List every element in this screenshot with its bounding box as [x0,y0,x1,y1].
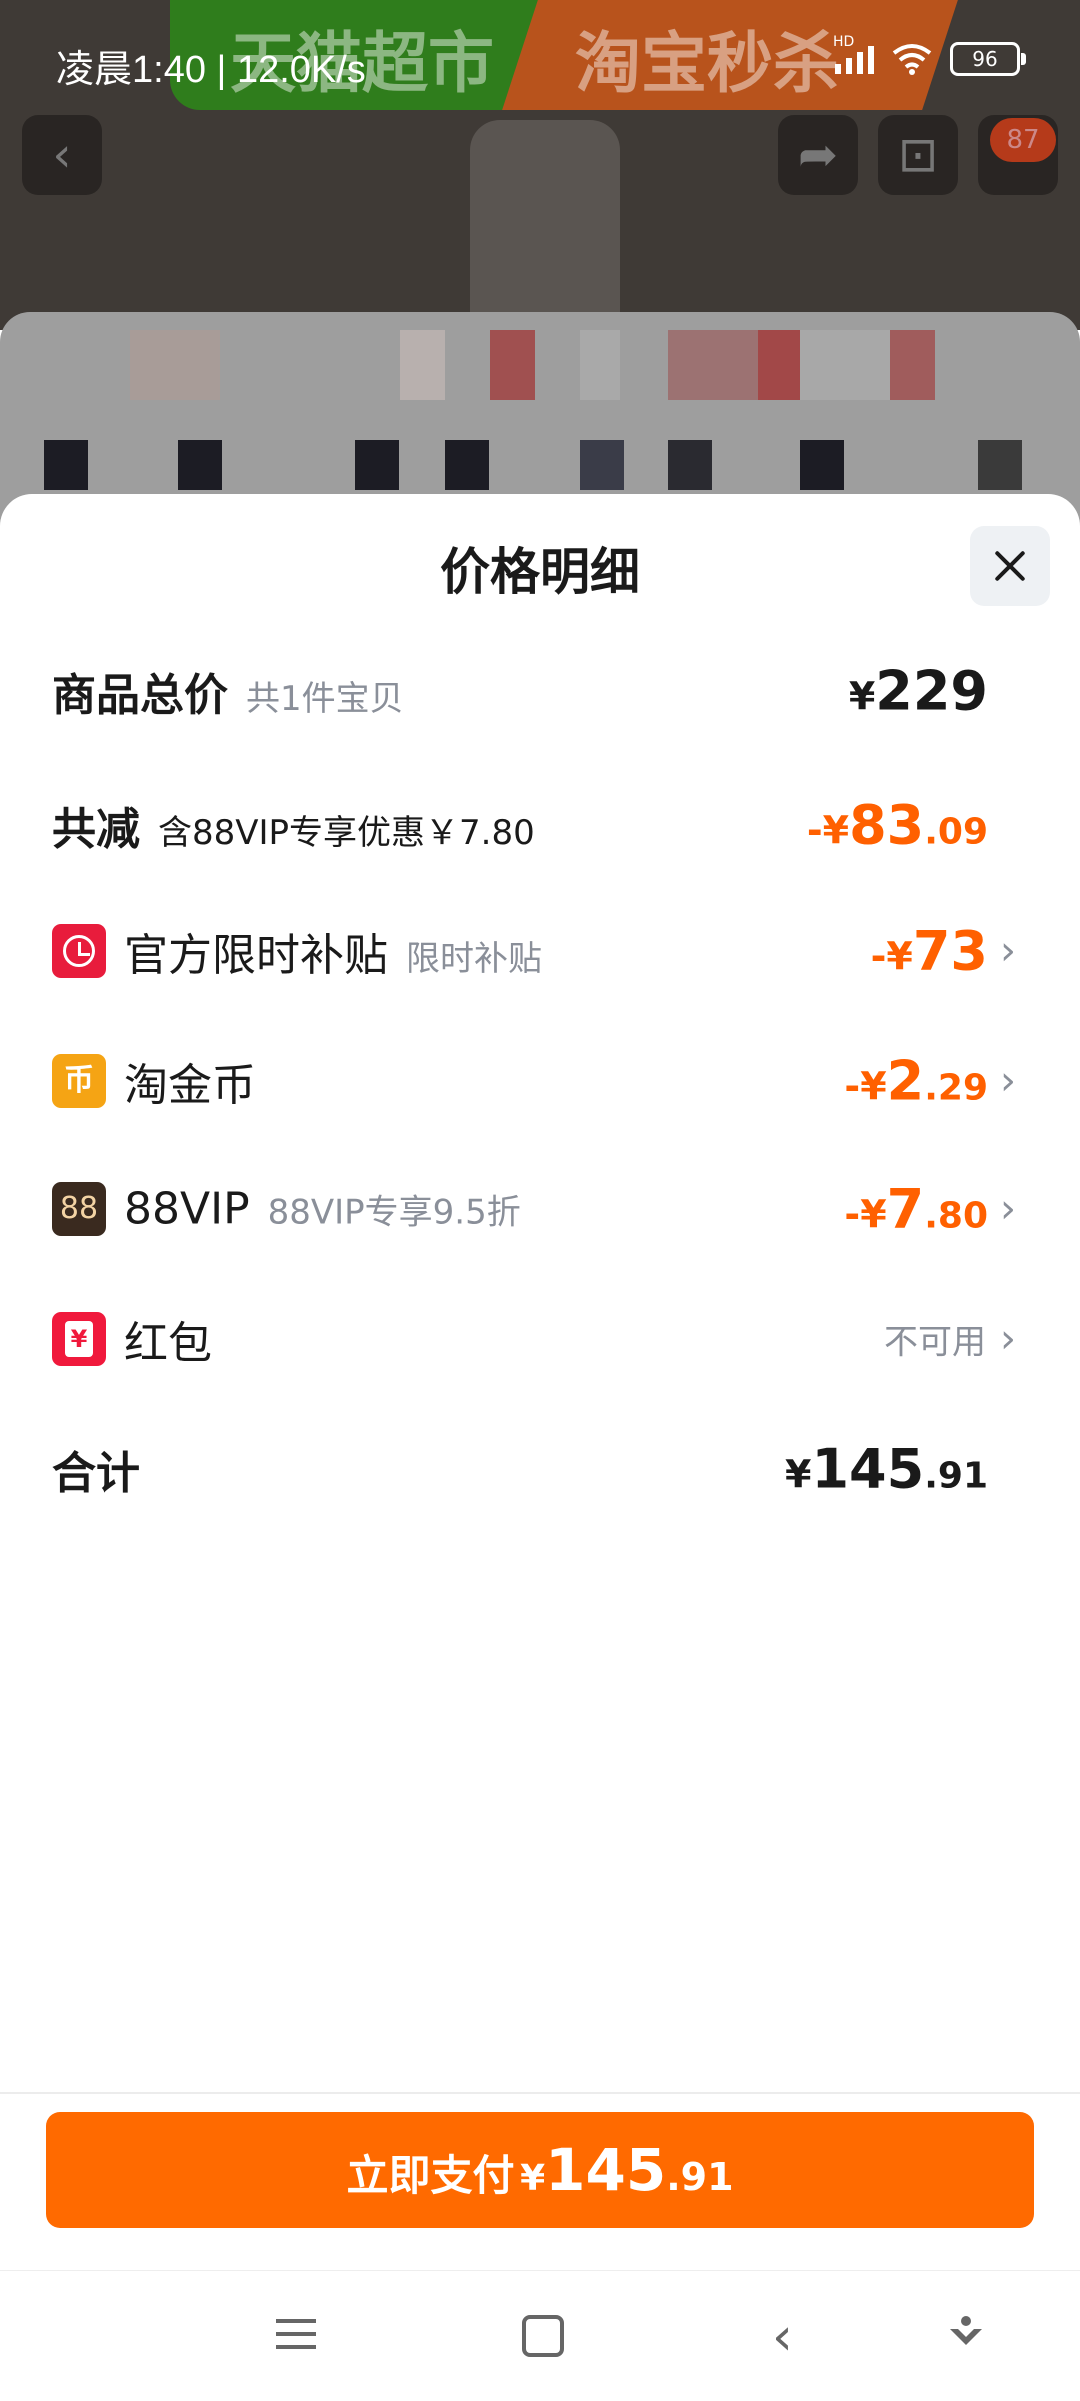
vip-88-icon: 88 [52,1182,106,1236]
row-label: 商品总价 共1件宝贝 [52,670,404,721]
row-price: -¥2.29 [844,1049,988,1113]
row-price: ¥229 [848,659,988,723]
product-image [470,120,620,330]
battery-icon: 96 [950,42,1026,76]
row-sub: 共1件宝贝 [246,679,404,719]
chevron-right-icon: › [1000,928,1016,974]
row-sub: 含88VIP专享优惠￥7.80 [158,813,535,853]
menu-icon[interactable] [276,2319,316,2349]
cart-icon: ⊡ [878,115,958,195]
row-label: 88VIP 88VIP专享9.5折 [124,1183,521,1235]
row-label: 淘金币 [124,1060,256,1111]
hd-badge: HD [833,34,855,50]
assistant-icon[interactable] [948,2315,984,2351]
row-grand-total: 合计 ¥145.91 [0,1424,1080,1514]
row-total-discount: 共减 含88VIP专享优惠￥7.80 -¥83.09 [0,780,1080,870]
row-label: 合计 [52,1448,140,1499]
chevron-right-icon: › [1000,1316,1016,1362]
censored-mosaic-2 [0,440,1080,490]
row-price: -¥73 [870,919,988,983]
red-envelope-icon [52,1312,106,1366]
back-icon[interactable]: ‹ [772,2307,793,2367]
cart-count-badge: 87 [990,118,1056,162]
home-icon[interactable] [522,2315,564,2357]
row-goods-total: 商品总价 共1件宝贝 ¥229 [0,646,1080,736]
row-sub: 限时补贴 [406,939,542,979]
pay-now-button[interactable]: 立即支付 ¥145.91 [46,2112,1034,2228]
close-button[interactable] [970,526,1050,606]
row-label: 红包 [124,1318,212,1369]
share-icon: ➦ [778,115,858,195]
row-88vip[interactable]: 88 88VIP 88VIP专享9.5折 -¥7.80 › [0,1164,1080,1254]
chevron-right-icon: › [1000,1058,1016,1104]
back-arrow-icon: ‹ [22,115,102,195]
censored-mosaic [0,330,1080,400]
row-tao-coins[interactable]: 币 淘金币 -¥2.29 › [0,1036,1080,1126]
row-red-envelope[interactable]: 红包 不可用 › [0,1294,1080,1384]
row-label: 共减 含88VIP专享优惠￥7.80 [52,804,535,855]
system-nav-bar: ‹ [0,2270,1080,2401]
wifi-icon [892,44,932,75]
row-sub: 88VIP专享9.5折 [267,1192,521,1233]
row-status: 不可用 [884,1322,986,1363]
row-price: ¥145.91 [785,1437,988,1501]
clock-icon [52,924,106,978]
chevron-right-icon: › [1000,1186,1016,1232]
footer-divider [0,2092,1080,2094]
gold-coin-icon: 币 [52,1054,106,1108]
row-label: 官方限时补贴 限时补贴 [124,930,542,981]
sheet-title: 价格明细 [440,543,640,601]
row-price: -¥83.09 [806,793,988,857]
status-icons: HD 96 [833,34,1026,76]
status-bar: 凌晨1:40 | 12.0K/s HD 96 [0,0,1080,110]
row-official-subsidy[interactable]: 官方限时补贴 限时补贴 -¥73 › [0,906,1080,996]
status-time: 凌晨1:40 | 12.0K/s [56,49,366,91]
signal-icon: HD [833,34,874,74]
row-price: -¥7.80 [844,1177,988,1241]
